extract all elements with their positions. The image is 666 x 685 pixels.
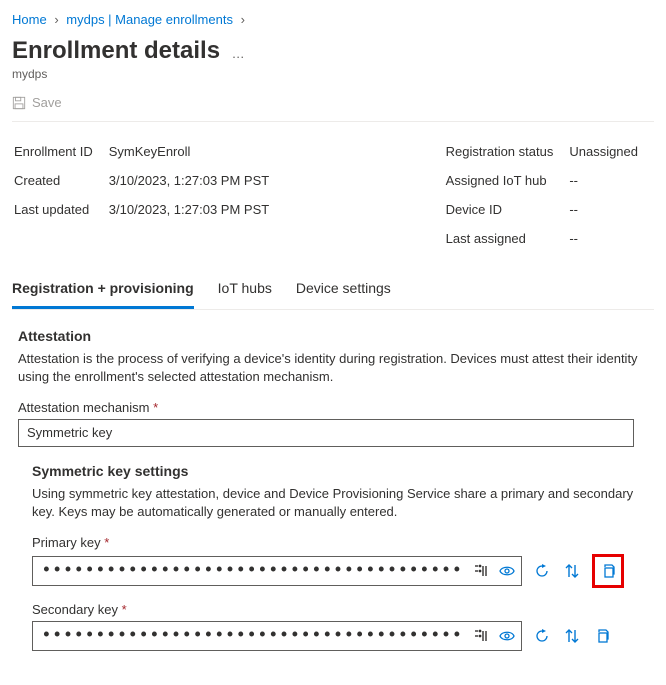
secondary-key-row: ••••••••••••••••••••••••••••••••••••••••… [32, 621, 650, 651]
required-indicator: * [153, 400, 158, 415]
show-password-icon[interactable] [497, 626, 517, 646]
regenerate-icon[interactable] [532, 626, 552, 646]
save-icon [12, 96, 26, 110]
breadcrumb-parent[interactable]: mydps | Manage enrollments [66, 12, 233, 27]
copy-primary-button[interactable] [597, 559, 619, 583]
primary-key-input[interactable]: ••••••••••••••••••••••••••••••••••••••••… [32, 556, 522, 586]
secondary-key-label: Secondary key [32, 602, 118, 617]
toolbar: Save [12, 95, 654, 122]
enrollment-id-label: Enrollment ID [14, 138, 107, 165]
created-value: 3/10/2023, 1:27:03 PM PST [109, 167, 283, 194]
device-id-label: Device ID [446, 196, 568, 223]
secondary-key-masked: ••••••••••••••••••••••••••••••••••••••••… [41, 631, 463, 641]
device-id-value: -- [569, 196, 652, 223]
details-grid: Enrollment ID SymKeyEnroll Created 3/10/… [12, 136, 654, 254]
tabs: Registration + provisioning IoT hubs Dev… [12, 272, 654, 310]
required-indicator: * [122, 602, 127, 617]
primary-key-row: ••••••••••••••••••••••••••••••••••••••••… [32, 554, 650, 588]
multiline-icon[interactable] [471, 626, 491, 646]
attestation-desc: Attestation is the process of verifying … [18, 350, 650, 386]
attestation-mechanism-label: Attestation mechanism [18, 400, 150, 415]
save-button[interactable]: Save [12, 95, 62, 110]
chevron-right-icon: › [50, 12, 62, 27]
symkey-desc: Using symmetric key attestation, device … [32, 485, 650, 521]
reg-status-label: Registration status [446, 138, 568, 165]
created-label: Created [14, 167, 107, 194]
primary-key-label: Primary key [32, 535, 101, 550]
breadcrumb: Home › mydps | Manage enrollments › [12, 8, 654, 37]
page-title: Enrollment details [12, 37, 220, 65]
reg-status-value: Unassigned [569, 138, 652, 165]
enrollment-id-value: SymKeyEnroll [109, 138, 283, 165]
tab-iot-hubs[interactable]: IoT hubs [218, 272, 272, 309]
copy-secondary-button[interactable] [592, 626, 612, 646]
last-updated-label: Last updated [14, 196, 107, 223]
last-assigned-value: -- [569, 225, 652, 252]
last-assigned-label: Last assigned [446, 225, 568, 252]
swap-icon[interactable] [562, 561, 582, 581]
swap-icon[interactable] [562, 626, 582, 646]
attestation-heading: Attestation [18, 328, 650, 344]
last-updated-value: 3/10/2023, 1:27:03 PM PST [109, 196, 283, 223]
attestation-section: Attestation Attestation is the process o… [12, 328, 654, 652]
primary-key-masked: ••••••••••••••••••••••••••••••••••••••••… [41, 566, 463, 576]
assigned-hub-value: -- [569, 167, 652, 194]
page-subtitle: mydps [12, 67, 654, 81]
tab-device-settings[interactable]: Device settings [296, 272, 391, 309]
more-actions-button[interactable]: … [224, 46, 245, 61]
regenerate-icon[interactable] [532, 561, 552, 581]
chevron-right-icon: › [237, 12, 249, 27]
required-indicator: * [104, 535, 109, 550]
secondary-key-input[interactable]: ••••••••••••••••••••••••••••••••••••••••… [32, 621, 522, 651]
multiline-icon[interactable] [471, 561, 491, 581]
symkey-heading: Symmetric key settings [32, 463, 650, 479]
attestation-mechanism-value: Symmetric key [27, 425, 112, 440]
show-password-icon[interactable] [497, 561, 517, 581]
assigned-hub-label: Assigned IoT hub [446, 167, 568, 194]
save-label: Save [32, 95, 62, 110]
tab-registration[interactable]: Registration + provisioning [12, 272, 194, 309]
copy-primary-highlight [592, 554, 624, 588]
attestation-mechanism-input[interactable]: Symmetric key [18, 419, 634, 447]
breadcrumb-home[interactable]: Home [12, 12, 47, 27]
